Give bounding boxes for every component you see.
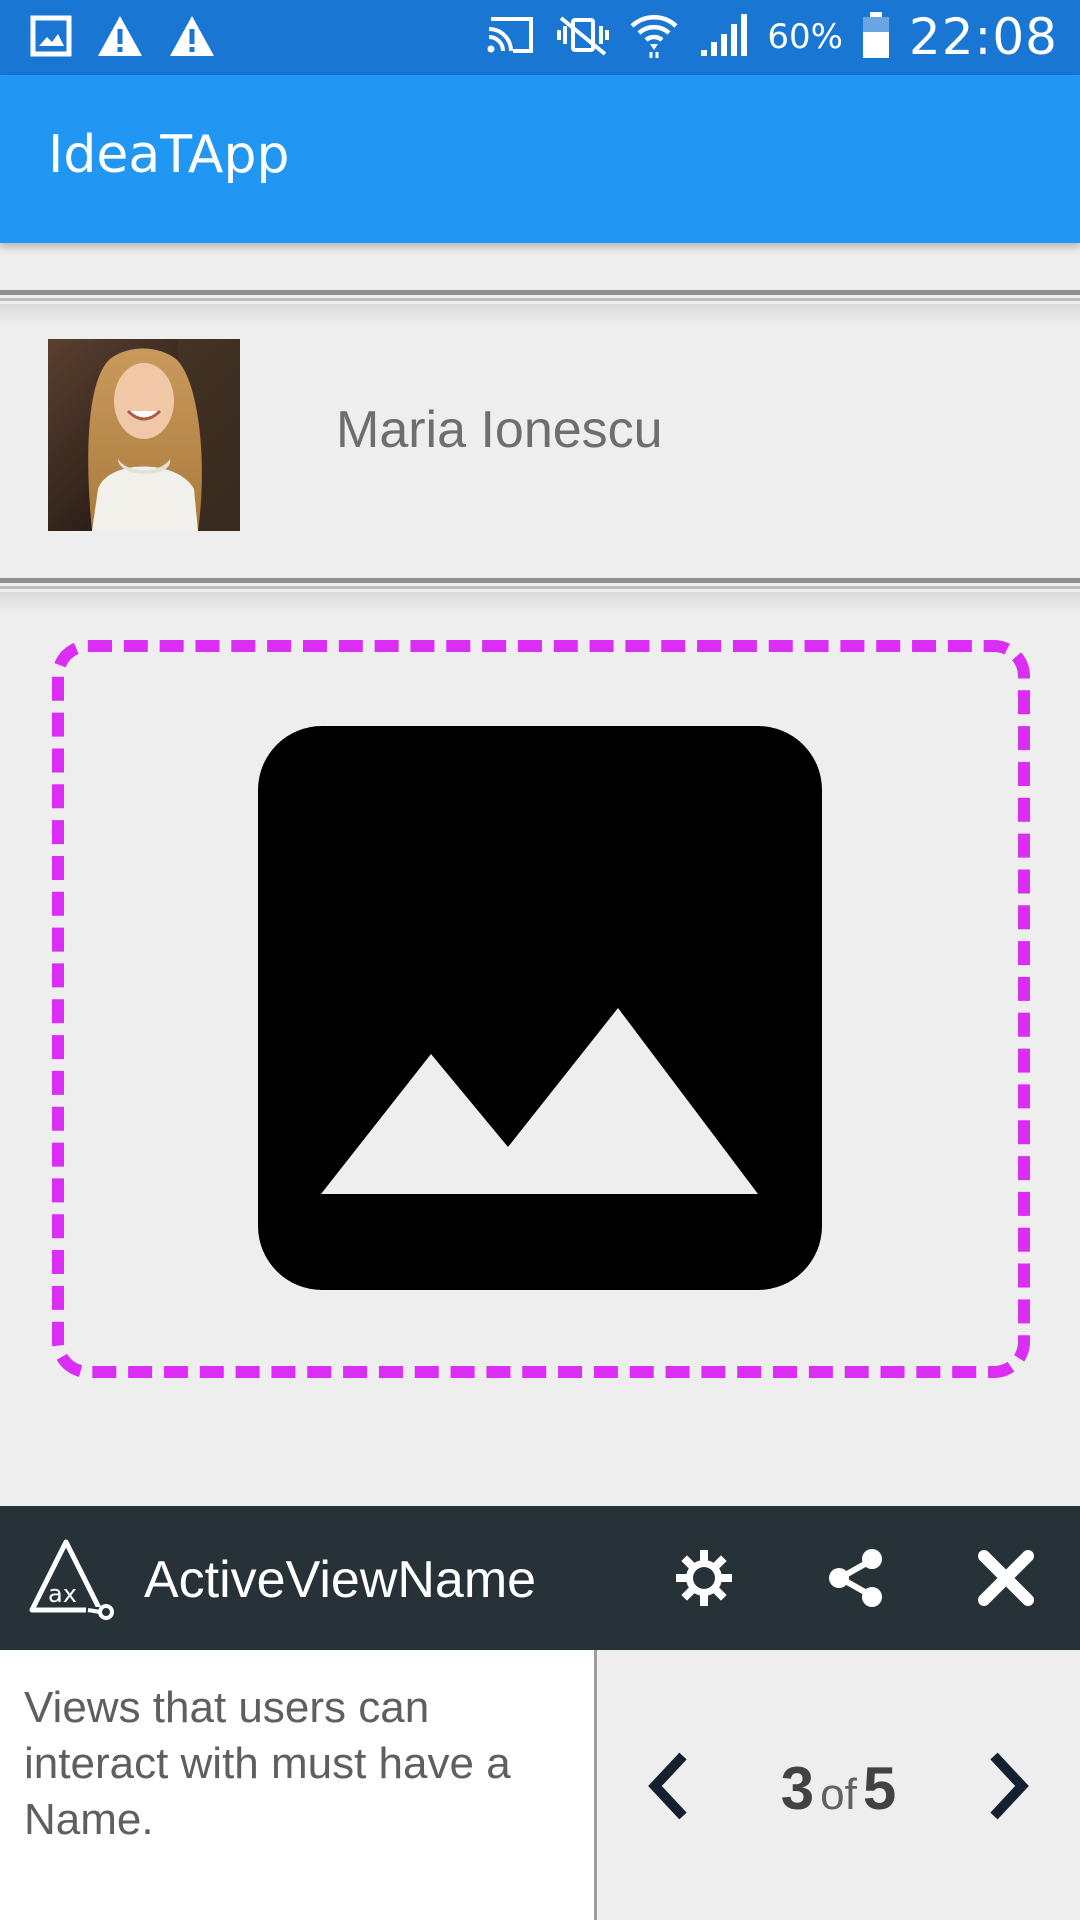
close-icon[interactable] <box>974 1546 1038 1610</box>
current-result: 3 <box>780 1755 815 1822</box>
avatar <box>48 339 240 531</box>
of-label: of <box>820 1770 857 1819</box>
divider <box>0 290 1080 326</box>
screen: 60% 22:08 IdeaTApp Maria Ionescu ax Acti… <box>0 0 1080 1920</box>
battery-icon <box>861 10 891 64</box>
chevron-right-icon[interactable] <box>972 1746 1044 1826</box>
warning-icon <box>168 14 216 62</box>
wifi-icon <box>629 10 679 64</box>
scanner-title: ActiveViewName <box>144 1551 537 1609</box>
battery-percentage: 60% <box>767 17 843 57</box>
scanner-result-panel: Views that users can interact with must … <box>0 1650 1080 1920</box>
scanner-message: Views that users can interact with must … <box>24 1683 511 1844</box>
gallery-notification-icon <box>30 15 72 61</box>
result-navigator: 3 of 5 <box>594 1650 1080 1920</box>
profile-name: Maria Ionescu <box>336 401 663 459</box>
cast-icon <box>485 15 537 59</box>
status-bar: 60% 22:08 <box>0 0 1080 75</box>
svg-text:ax: ax <box>48 1580 77 1608</box>
image-placeholder-icon[interactable] <box>258 726 822 1290</box>
vibrate-mute-icon <box>555 14 611 60</box>
app-bar: IdeaTApp <box>0 75 1080 243</box>
warning-icon <box>96 14 144 62</box>
clock: 22:08 <box>908 8 1058 66</box>
divider <box>0 578 1080 614</box>
scanner-toolbar: ax ActiveViewName <box>0 1506 1080 1650</box>
signal-icon <box>697 12 749 62</box>
share-icon[interactable] <box>824 1546 888 1610</box>
accessibility-scanner-logo: ax <box>26 1536 114 1622</box>
total-results: 5 <box>862 1755 897 1822</box>
app-title: IdeaTApp <box>48 125 290 185</box>
settings-icon[interactable] <box>672 1546 736 1610</box>
